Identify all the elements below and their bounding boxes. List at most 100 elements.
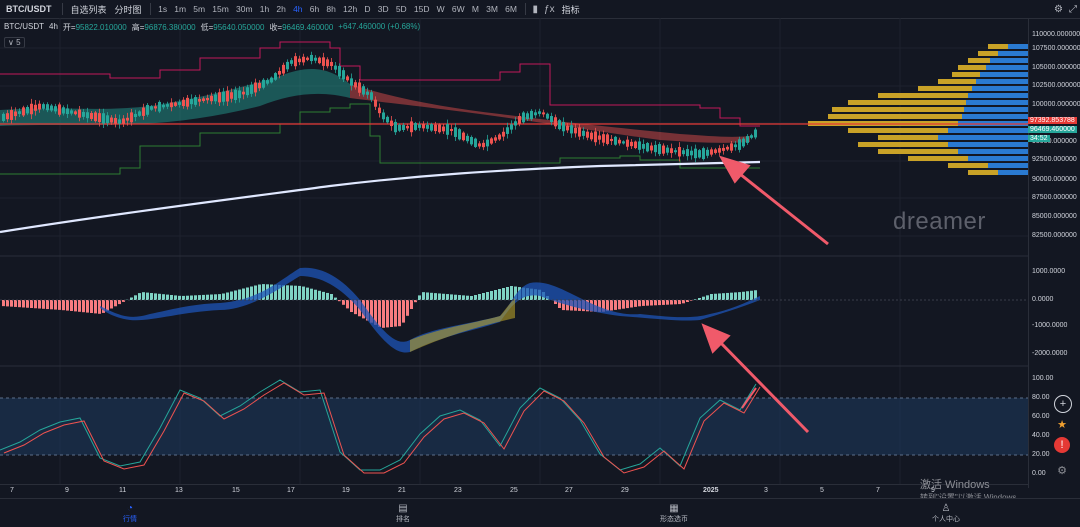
macd-bar (610, 300, 613, 311)
volume-bar (958, 149, 1028, 154)
volume-bar (918, 86, 972, 91)
macd-bar (618, 300, 621, 309)
macd-bar (190, 296, 193, 301)
indicator-icon[interactable]: ƒx (541, 4, 558, 15)
pattern-icon: ▦ (669, 503, 678, 514)
long-ma-line (0, 162, 760, 232)
macd-bar (306, 288, 309, 300)
chart-icon: ◔ (127, 503, 133, 514)
candle-body (342, 70, 345, 79)
nav-label: 排名 (396, 514, 410, 524)
settings-icon[interactable]: ⚙ (1051, 4, 1066, 15)
candle-body (286, 62, 289, 69)
add-icon[interactable]: + (1054, 395, 1072, 413)
macd-bar (482, 293, 485, 300)
candle-style-icon[interactable]: ▮ (530, 4, 542, 15)
timeframe-4h[interactable]: 4h (289, 4, 306, 14)
candle-body (226, 91, 229, 102)
timeframe-D[interactable]: D (361, 4, 374, 14)
candle-body (306, 58, 309, 60)
timeframe-1s[interactable]: 1s (155, 4, 171, 14)
candle-body (246, 87, 249, 95)
watchlist-button[interactable]: 自选列表 (67, 3, 111, 16)
candle-body (750, 135, 753, 138)
macd-bar (162, 294, 165, 300)
timeframe-M[interactable]: M (468, 4, 482, 14)
candle-body (682, 150, 685, 154)
macd-bar (82, 300, 85, 312)
date-tick: 21 (398, 487, 406, 494)
candle-body (354, 82, 357, 87)
macd-bar (158, 294, 161, 300)
indicators-button[interactable]: 指标 (558, 3, 584, 16)
timeframe-12h[interactable]: 12h (339, 4, 360, 14)
price-tick: 105000.000000 (1032, 64, 1080, 71)
timeshare-button[interactable]: 分时图 (111, 3, 146, 16)
timeframe-1m[interactable]: 1m (171, 4, 190, 14)
nav-market[interactable]: ◔ 行情 (123, 503, 137, 524)
nav-profile[interactable]: ♙ 个人中心 (932, 503, 960, 524)
candle-body (394, 122, 397, 132)
candle-body (222, 92, 225, 102)
candle-body (42, 104, 45, 109)
alert-icon[interactable]: ! (1054, 437, 1070, 453)
candle-body (566, 126, 569, 131)
candle-body (86, 112, 89, 118)
fullscreen-icon[interactable]: ⤢ (1066, 4, 1080, 15)
timeframe-3M[interactable]: 3M (483, 4, 502, 14)
candle-body (6, 113, 9, 119)
timeframe-6W[interactable]: 6W (448, 4, 468, 14)
candle-body (270, 78, 273, 83)
candle-body (638, 141, 641, 149)
timeframe-W[interactable]: W (433, 4, 448, 14)
candle-body (678, 147, 681, 156)
candle-body (662, 146, 665, 154)
symbol-label[interactable]: BTC/USDT (0, 4, 58, 14)
macd-bar (654, 300, 657, 305)
star-icon[interactable]: ★ (1054, 416, 1070, 432)
date-tick: 7 (876, 487, 880, 494)
timeframe-6h[interactable]: 6h (306, 4, 323, 14)
macd-bar (486, 292, 489, 300)
timeframe-15D[interactable]: 15D (410, 4, 433, 14)
macd-bar (750, 291, 753, 300)
date-tick: 2025 (703, 487, 719, 494)
candle-body (534, 112, 537, 115)
timeframe-group: 1s1m5m15m30m1h2h4h6h8h12hD3D5D15DW6WM3M6… (155, 4, 521, 14)
user-icon: ♙ (942, 503, 951, 514)
nav-ranking[interactable]: ▤ 排名 (396, 503, 410, 524)
timeframe-1h[interactable]: 1h (256, 4, 273, 14)
macd-bar (422, 292, 425, 300)
volume-bar (988, 44, 1008, 49)
candle-body (186, 98, 189, 107)
macd-bar (214, 294, 217, 300)
volume-bar (980, 72, 1028, 77)
volume-bar (948, 163, 988, 168)
nav-pattern[interactable]: ▦ 形态选币 (660, 503, 688, 524)
candle-body (30, 104, 33, 114)
candle-body (290, 60, 293, 64)
macd-bar (346, 300, 349, 308)
timeframe-8h[interactable]: 8h (323, 4, 340, 14)
macd-bar (74, 300, 77, 311)
price-tick: 92500.000000 (1032, 156, 1077, 163)
timeframe-5m[interactable]: 5m (190, 4, 209, 14)
candle-body (494, 137, 497, 140)
macd-bar (726, 293, 729, 300)
timeframe-15m[interactable]: 15m (209, 4, 233, 14)
timeframe-5D[interactable]: 5D (392, 4, 410, 14)
price-chart[interactable] (0, 18, 1028, 484)
macd-bar (670, 300, 673, 305)
macd-bar (330, 294, 333, 300)
timeframe-6M[interactable]: 6M (502, 4, 521, 14)
price-tag-current: 96469.460000 (1028, 126, 1077, 133)
macd-bar (94, 300, 97, 313)
macd-bar (430, 293, 433, 300)
macd-histogram (2, 284, 757, 328)
settings-small-icon[interactable]: ⚙ (1054, 462, 1070, 478)
macd-bar (42, 300, 45, 309)
timeframe-2h[interactable]: 2h (273, 4, 290, 14)
volume-bar (978, 51, 998, 56)
timeframe-3D[interactable]: 3D (374, 4, 392, 14)
timeframe-30m[interactable]: 30m (232, 4, 256, 14)
